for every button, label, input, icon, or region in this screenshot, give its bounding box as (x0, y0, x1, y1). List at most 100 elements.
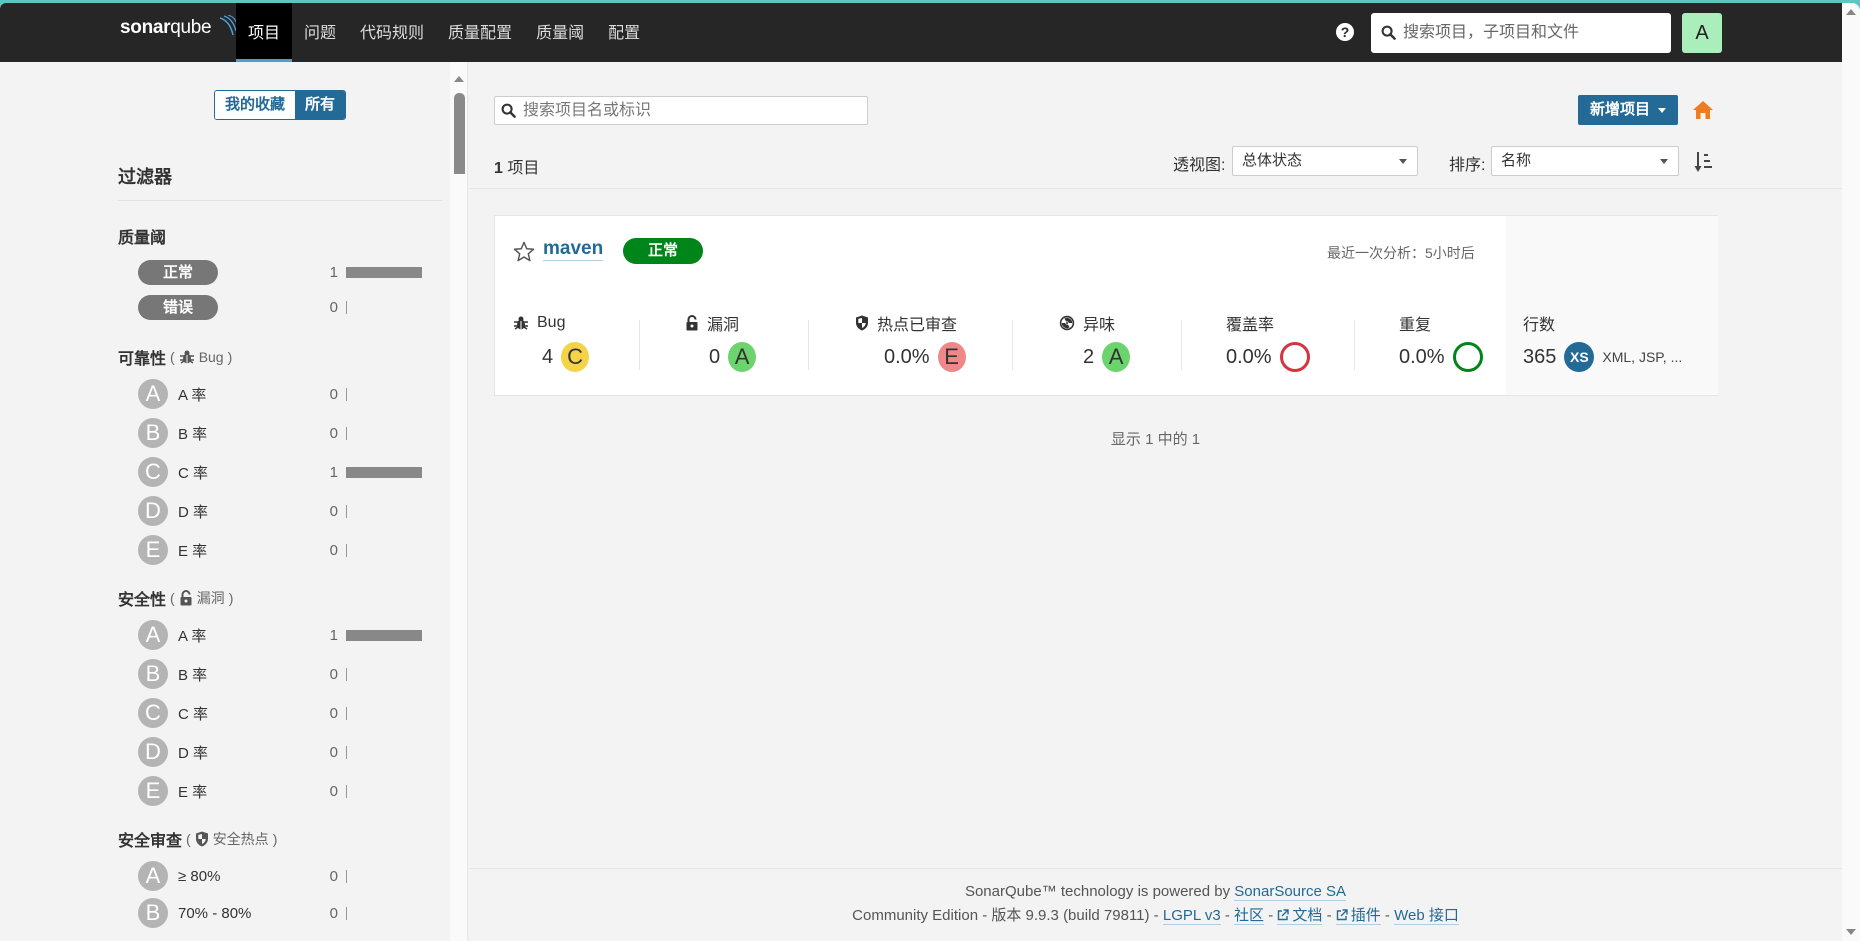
sonarsource-link[interactable]: SonarSource SA (1234, 883, 1347, 901)
metric-vulnerabilities[interactable]: 漏洞 0 A (685, 311, 757, 381)
perspective-select[interactable]: 总体状态 (1232, 146, 1418, 176)
create-project-button[interactable]: 新增项目 (1578, 95, 1679, 125)
metric-duplications[interactable]: 重复 0.0% (1399, 311, 1483, 381)
reliability-rating-c[interactable]: C C 率 1 (138, 457, 428, 487)
rating-circle: A (138, 620, 168, 650)
scroll-up-arrow-icon[interactable] (1846, 9, 1856, 15)
size-rating-badge: XS (1564, 342, 1595, 372)
search-icon (1381, 25, 1396, 40)
metric-label: 覆盖率 (1226, 311, 1274, 335)
nav-quality-profiles[interactable]: 质量配置 (436, 3, 524, 62)
sort-ascending-icon[interactable] (1694, 151, 1714, 173)
plugins-link[interactable]: 插件 (1335, 907, 1381, 925)
star-icon[interactable] (513, 241, 535, 262)
metric-code-smells[interactable]: 异味 2 A (1059, 311, 1131, 381)
sidebar-scrollbar[interactable] (450, 62, 468, 941)
sonarqube-logo[interactable]: sonarqube (120, 15, 238, 39)
sort-select[interactable]: 名称 (1491, 146, 1679, 176)
project-search-input[interactable] (523, 97, 863, 124)
paren-open: ( (170, 590, 175, 606)
scroll-up-arrow-icon[interactable] (454, 76, 464, 82)
external-link-icon (1278, 909, 1290, 921)
security-rating-a[interactable]: A A 率 1 (138, 620, 428, 650)
reliability-rating-d[interactable]: D D 率 0 (138, 496, 428, 526)
metric-value: 0.0% (1226, 342, 1310, 372)
page-footer: SonarQube™ technology is powered by Sona… (469, 868, 1842, 941)
global-search-box[interactable] (1371, 13, 1671, 53)
reliability-rating-b[interactable]: B B 率 0 (138, 418, 428, 448)
browser-scrollbar[interactable] (1842, 3, 1860, 941)
toggle-all[interactable]: 所有 (295, 91, 346, 119)
logo-text-light: qube (170, 17, 212, 38)
metric-lines[interactable]: 行数 365 XS XML, JSP, ... (1523, 311, 1682, 381)
community-link[interactable]: 社区 (1234, 907, 1265, 925)
sonar-waves-icon (219, 15, 238, 36)
footer-separator: - (1224, 907, 1230, 924)
help-icon[interactable]: ? (1336, 23, 1354, 41)
facet-label: D 率 (178, 503, 209, 521)
toggle-favorites[interactable]: 我的收藏 (215, 91, 296, 119)
facet-title-text: 可靠性 (118, 351, 167, 368)
facet-bar (346, 267, 422, 278)
rating-circle: B (138, 418, 168, 448)
facet-count: 0 (329, 704, 338, 722)
browser-window: sonarqube 项目 问题 代码规则 质量配置 质量阈 配置 ? A (0, 3, 1860, 941)
metric-value-text: 4 (542, 345, 554, 368)
duplications-ring-icon (1452, 342, 1483, 372)
sidebar-scrollbar-thumb[interactable] (454, 93, 465, 174)
facet-qg-passed[interactable]: 正常 1 (138, 257, 428, 287)
reliability-rating-e[interactable]: E E 率 0 (138, 535, 428, 565)
metric-coverage[interactable]: 覆盖率 0.0% (1226, 311, 1310, 381)
radiation-icon (1059, 315, 1075, 331)
docs-link-text: 文档 (1292, 907, 1323, 924)
metric-hotspots-reviewed[interactable]: 热点已审查 0.0% E (855, 311, 966, 381)
metric-label-text: 重复 (1399, 317, 1432, 334)
metric-divider (808, 320, 809, 370)
favorites-toggle: 我的收藏 所有 (214, 90, 347, 120)
facet-title-security-review: 安全审查 ( 安全热点 ) (118, 827, 277, 851)
security-rating-d[interactable]: D D 率 0 (138, 737, 428, 767)
metric-bugs[interactable]: Bug 4 C (513, 311, 590, 381)
metric-divider (1354, 320, 1355, 370)
facet-title-text: 安全审查 (118, 833, 183, 850)
nav-issues[interactable]: 问题 (292, 3, 348, 62)
facet-bar (346, 427, 347, 440)
security-rating-b[interactable]: B B 率 0 (138, 659, 428, 689)
review-rating-a[interactable]: A ≥ 80% 0 (138, 861, 428, 891)
security-rating-c[interactable]: C C 率 0 (138, 698, 428, 728)
global-search-input[interactable] (1403, 13, 1663, 53)
security-rating-e[interactable]: E E 率 0 (138, 776, 428, 806)
license-link[interactable]: LGPL v3 (1162, 907, 1221, 925)
facet-label: B 率 (178, 425, 208, 443)
facet-title-text: 安全性 (118, 592, 167, 609)
qg-passed-pill: 正常 (138, 259, 218, 285)
facet-qg-failed[interactable]: 错误 0 (138, 292, 428, 322)
facet-label: A 率 (178, 386, 207, 404)
reliability-rating-a[interactable]: A A 率 0 (138, 379, 428, 409)
facet-bar (346, 505, 347, 518)
scroll-down-arrow-icon[interactable] (1846, 929, 1856, 935)
review-rating-b[interactable]: B 70% - 80% 0 (138, 898, 428, 928)
rating-circle: B (138, 898, 168, 928)
facet-label: C 率 (178, 464, 209, 482)
main-nav: 项目 问题 代码规则 质量配置 质量阈 配置 (236, 3, 652, 62)
user-avatar[interactable]: A (1682, 13, 1722, 53)
project-card: maven 正常 最近一次分析：5小时后 Bug 4 C 漏洞 0 A 热点已审… (494, 215, 1718, 396)
home-icon[interactable] (1692, 100, 1714, 120)
footer-version-line: Community Edition - 版本 9.9.3 (build 7981… (469, 904, 1842, 925)
docs-link[interactable]: 文档 (1277, 907, 1323, 925)
project-search-box[interactable] (494, 96, 868, 125)
caret-down-icon (1658, 107, 1667, 113)
shield-icon (195, 831, 208, 847)
facet-subtitle: ( Bug ) (170, 349, 232, 365)
rating-badge: C (561, 342, 590, 372)
nav-rules[interactable]: 代码规则 (348, 3, 436, 62)
web-api-link[interactable]: Web 接口 (1394, 907, 1459, 925)
rating-circle: B (138, 659, 168, 689)
facet-subtitle-text: 安全热点 (212, 831, 269, 847)
nav-administration[interactable]: 配置 (596, 3, 652, 62)
rating-circle: D (138, 737, 168, 767)
nav-quality-gates[interactable]: 质量阈 (524, 3, 596, 62)
project-name-link[interactable]: maven (543, 238, 604, 261)
nav-projects[interactable]: 项目 (236, 3, 293, 62)
